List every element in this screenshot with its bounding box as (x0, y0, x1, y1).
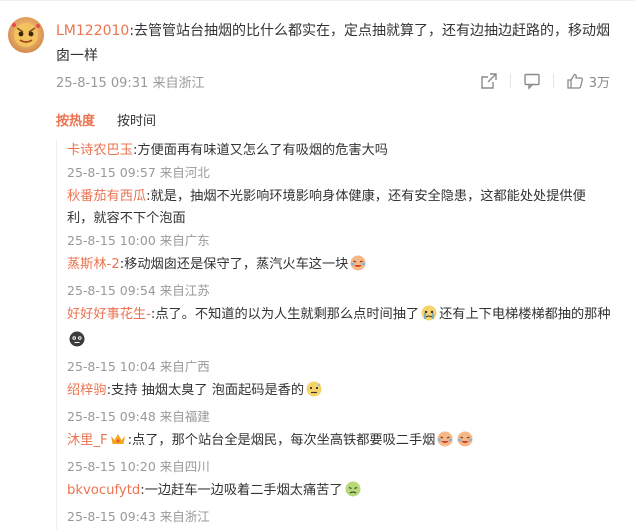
main-comment-text: :去管管站台抽烟的比什么都实在，定点抽就算了，还有边抽边赶路的，移动烟囱一样 (56, 23, 611, 64)
reply-text: :支持 抽烟太臭了 泡面起码是香的 (106, 383, 305, 398)
reply-meta: 25-8-15 09:57 来自河北 (67, 165, 210, 180)
like-count: 3万 (588, 75, 610, 91)
reply-text: :方便面再有味道又怎么了有吸烟的危害大吗 (132, 143, 388, 158)
reply-body: 绍梓驹:支持 抽烟太臭了 泡面起码是香的 (67, 380, 612, 406)
reply-body: bkvocufytd:一边赶车一边吸着二手烟太痛苦了 (67, 480, 612, 506)
reply-meta: 25-8-15 09:43 来自浙江 (67, 509, 210, 524)
reply-text: 还有上下电梯楼梯都抽的那种 (439, 307, 611, 322)
reply-text: :点了，那个站台全是烟民，每次坐高铁都要吸二手烟 (127, 433, 436, 448)
reply-username[interactable]: 蒸斯林-2 (67, 257, 120, 272)
reply-meta: 25-8-15 10:00 来自广东 (67, 233, 210, 248)
top-divider (0, 0, 635, 1)
reply-body: 卡诗农巴玉:方便面再有味道又怎么了有吸烟的危害大吗 (67, 140, 612, 162)
user-avatar[interactable] (8, 17, 44, 53)
main-comment-meta: 25-8-15 09:31 来自浙江 (56, 76, 205, 91)
reply-username[interactable]: 沐里_F (67, 433, 108, 448)
reply-list: 卡诗农巴玉:方便面再有味道又怎么了有吸烟的危害大吗 25-8-15 09:57 … (56, 140, 635, 530)
reply-username[interactable]: bkvocufytd (67, 483, 140, 498)
sick-emoji-icon (344, 480, 362, 506)
reply-body: 秋番茄有西瓜:就是，抽烟不光影响环境影响身体健康，还有安全隐患，这都能处处提供便… (67, 186, 612, 230)
reply-text: :移动烟囱还是保守了，蒸汽火车这一块 (119, 257, 349, 272)
dark-face-emoji-icon (68, 330, 86, 356)
reply-meta: 25-8-15 10:04 来自广西 (67, 359, 210, 374)
share-icon[interactable] (480, 72, 498, 90)
main-comment-actions: 3万 (480, 70, 610, 92)
reply-item: 秋番茄有西瓜:就是，抽烟不光影响环境影响身体健康，还有安全隐患，这都能处处提供便… (57, 186, 635, 252)
action-separator (552, 74, 554, 88)
tab-sort-time[interactable]: 按时间 (117, 110, 156, 129)
reply-item: 卡诗农巴玉:方便面再有味道又怎么了有吸烟的危害大吗 25-8-15 09:57 … (57, 140, 635, 184)
sort-tabs: 按热度 按时间 (56, 110, 156, 129)
laugh-cry-emoji-icon (436, 430, 454, 456)
main-comment-body: LM122010:去管管站台抽烟的比什么都实在，定点抽就算了，还有边抽边赶路的，… (56, 19, 616, 69)
reply-body: 好好好事花生-:点了。不知道的以为人生就剩那么点时间抽了 还有上下电梯楼梯都抽的那… (67, 304, 612, 356)
laugh-cry-emoji-icon (349, 254, 367, 280)
reply-item: 蒸斯林-2:移动烟囱还是保守了，蒸汽火车这一块 25-8-15 09:54 来自… (57, 254, 635, 302)
reply-item: 好好好事花生-:点了。不知道的以为人生就剩那么点时间抽了 还有上下电梯楼梯都抽的那… (57, 304, 635, 378)
reply-username[interactable]: 卡诗农巴玉 (67, 143, 133, 158)
sweat-emoji-icon (305, 380, 323, 406)
comment-icon[interactable] (523, 72, 541, 90)
tab-sort-hot[interactable]: 按热度 (56, 110, 95, 129)
reply-username[interactable]: 秋番茄有西瓜 (67, 189, 146, 204)
laugh-cry-emoji-icon (456, 430, 474, 456)
reply-meta: 25-8-15 09:48 来自福建 (67, 409, 210, 424)
reply-meta: 25-8-15 10:20 来自四川 (67, 459, 210, 474)
avatar-face-icon (12, 23, 40, 47)
action-separator (509, 74, 511, 88)
reply-meta: 25-8-15 09:54 来自江苏 (67, 283, 210, 298)
thumb-up-icon[interactable] (566, 72, 584, 90)
reply-username[interactable]: 好好好事花生- (67, 307, 151, 322)
main-comment-username[interactable]: LM122010 (56, 23, 129, 39)
reply-item: 沐里_F :点了，那个站台全是烟民，每次坐高铁都要吸二手烟 25-8-15 10:… (57, 430, 635, 478)
reply-body: 蒸斯林-2:移动烟囱还是保守了，蒸汽火车这一块 (67, 254, 612, 280)
reply-item: 绍梓驹:支持 抽烟太臭了 泡面起码是香的 25-8-15 09:48 来自福建 (57, 380, 635, 428)
reply-username[interactable]: 绍梓驹 (67, 383, 107, 398)
crying-emoji-icon (420, 304, 438, 330)
reply-body: 沐里_F :点了，那个站台全是烟民，每次坐高铁都要吸二手烟 (67, 430, 612, 456)
crown-badge-icon (109, 430, 127, 456)
reply-text: :点了。不知道的以为人生就剩那么点时间抽了 (150, 307, 420, 322)
reply-text: :一边赶车一边吸着二手烟太痛苦了 (140, 483, 343, 498)
